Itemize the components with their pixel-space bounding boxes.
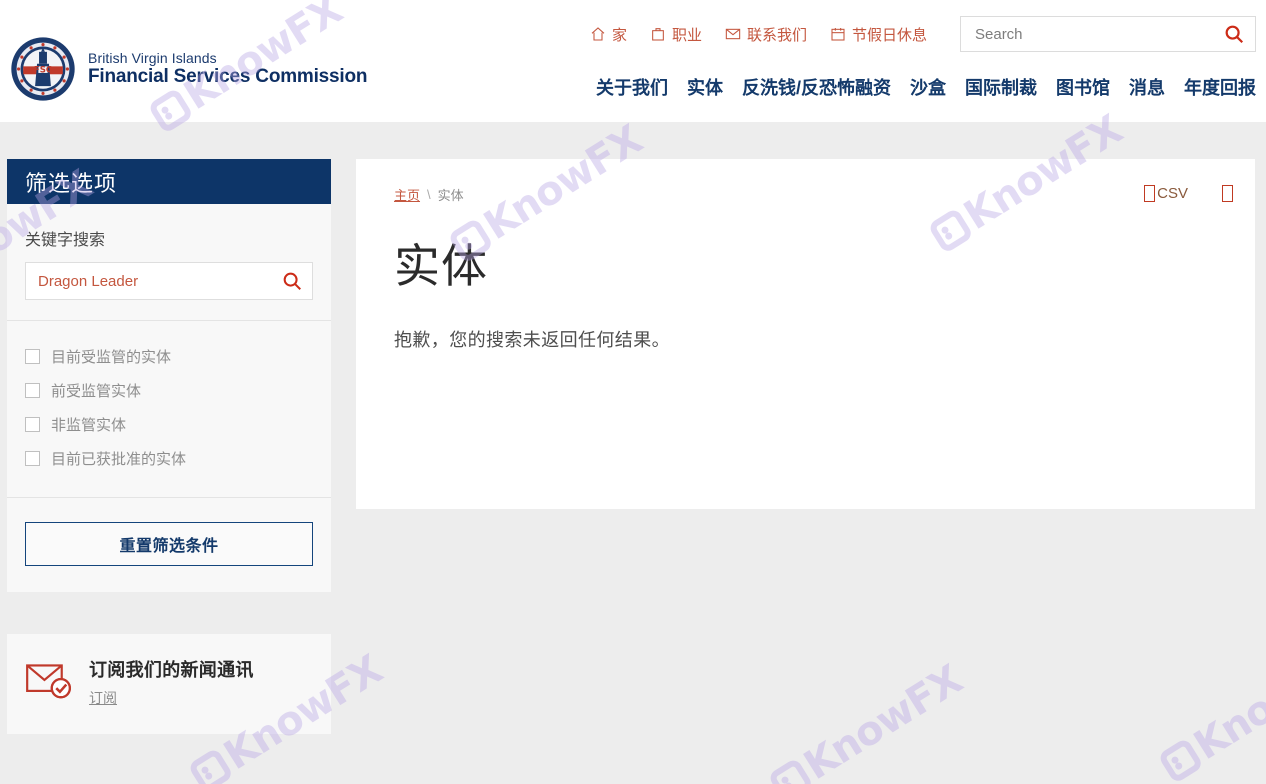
keyword-search-field[interactable] (25, 262, 313, 300)
filter-checkbox-label: 目前已获批准的实体 (51, 450, 187, 468)
missing-glyph-box-icon (1144, 185, 1156, 202)
keyword-search-input[interactable] (38, 272, 281, 290)
filter-checkbox-label: 前受监管实体 (51, 382, 142, 400)
status-filter-group: 目前受监管的实体 前受监管实体 非监管实体 目前已获批准的实体 (7, 321, 331, 497)
knowfx-logo-mark-icon (767, 757, 815, 784)
bvi-fsc-seal-logo-icon: FSC (11, 37, 75, 101)
main-nav-item-about[interactable]: 关于我们 (596, 74, 668, 100)
filter-panel-title: 筛选选项 (25, 170, 118, 196)
filter-checkbox-label: 目前受监管的实体 (51, 348, 172, 366)
filter-checkbox-currently-approved[interactable]: 目前已获批准的实体 (25, 441, 313, 475)
filter-checkbox-formerly-regulated[interactable]: 前受监管实体 (25, 373, 313, 407)
watermark-text: KnowFX (796, 656, 971, 784)
utility-nav: 家 职业 联系我们 节假日休息 (590, 16, 1256, 52)
content-card: 主页 \ 实体 CSV 实体 抱歉，您的搜索未返回任何结果。 (356, 159, 1255, 509)
keyword-filter-section: 关键字搜索 (7, 204, 331, 320)
main-nav-item-sandbox[interactable]: 沙盒 (910, 74, 946, 100)
utility-nav-label-home: 家 (611, 26, 627, 44)
utility-nav-label-careers: 职业 (671, 26, 702, 44)
watermark-text: KnowFX (1186, 636, 1266, 770)
header-search-input[interactable] (975, 25, 1223, 43)
main-nav: 关于我们 实体 反洗钱/反恐怖融资 沙盒 国际制裁 图书馆 消息 年度回报 (596, 74, 1256, 100)
logo-text: British Virgin Islands Financial Service… (88, 49, 368, 88)
main-nav-item-library[interactable]: 图书馆 (1056, 74, 1110, 100)
search-icon (1225, 25, 1244, 44)
newsletter-panel: 订阅我们的新闻通讯 订阅 (7, 634, 331, 734)
watermark: KnowFX (764, 657, 970, 784)
reset-filter-section: 重置筛选条件 (7, 498, 331, 592)
breadcrumb-home-link[interactable]: 主页 (394, 185, 420, 204)
newsletter-title: 订阅我们的新闻通讯 (89, 660, 254, 680)
page-title: 实体 (394, 240, 488, 292)
watermark: KnowFX (1154, 637, 1266, 784)
knowfx-logo-mark-icon (187, 747, 235, 784)
home-icon (591, 27, 605, 41)
utility-nav-item-careers[interactable]: 职业 (650, 24, 702, 45)
breadcrumb-separator: \ (427, 187, 431, 202)
utility-nav-label-holidays: 节假日休息 (851, 26, 927, 44)
breadcrumb: 主页 \ 实体 (394, 185, 464, 204)
missing-glyph-box-icon (1222, 185, 1233, 202)
main-nav-item-annual-return[interactable]: 年度回报 (1184, 74, 1256, 100)
site-header: FSC British Virgin Islands Financial Ser… (0, 0, 1266, 122)
breadcrumb-current: 实体 (437, 188, 464, 203)
utility-nav-label-contact: 联系我们 (746, 26, 807, 44)
content-card-top: 主页 \ 实体 CSV (356, 159, 1255, 204)
header-search-button[interactable] (1223, 23, 1245, 45)
newsletter-subscribe-link[interactable]: 订阅 (89, 690, 117, 706)
checkbox-box[interactable] (25, 416, 40, 432)
header-search[interactable] (960, 16, 1256, 52)
checkbox-box[interactable] (25, 382, 40, 398)
main-nav-item-sanctions[interactable]: 国际制裁 (965, 74, 1037, 100)
briefcase-icon (652, 28, 664, 41)
checkbox-box[interactable] (25, 348, 40, 364)
svg-text:FSC: FSC (34, 65, 52, 75)
filter-panel-header: 筛选选项 (7, 159, 331, 204)
keyword-search-label: 关键字搜索 (25, 232, 106, 249)
page-root: FSC British Virgin Islands Financial Ser… (0, 0, 1266, 784)
print-button[interactable] (1222, 185, 1233, 202)
sidebar: 筛选选项 关键字搜索 Dragon Leader 目前受监管的实体 前受监管实体… (7, 159, 331, 734)
content-actions: CSV (1144, 185, 1233, 202)
reset-filters-button[interactable]: 重置筛选条件 (25, 522, 313, 566)
envelope-check-icon (26, 664, 71, 699)
utility-nav-item-home[interactable]: 家 (590, 24, 627, 45)
checkbox-box[interactable] (25, 450, 40, 466)
export-csv-label: CSV (1157, 185, 1188, 202)
logo-line-1: British Virgin Islands (88, 49, 217, 66)
utility-nav-item-holidays[interactable]: 节假日休息 (830, 24, 927, 45)
export-csv-button[interactable]: CSV (1144, 185, 1188, 202)
main-nav-item-news[interactable]: 消息 (1129, 74, 1165, 100)
newsletter-text: 订阅我们的新闻通讯 订阅 (89, 656, 254, 708)
site-logo[interactable]: FSC British Virgin Islands Financial Ser… (10, 36, 368, 102)
calendar-icon (831, 28, 845, 41)
no-results-message: 抱歉，您的搜索未返回任何结果。 (394, 330, 670, 350)
filter-checkbox-label: 非监管实体 (51, 416, 127, 434)
filter-checkbox-currently-regulated[interactable]: 目前受监管的实体 (25, 339, 313, 373)
main-nav-item-aml-cft[interactable]: 反洗钱/反恐怖融资 (742, 74, 891, 100)
envelope-icon (725, 28, 741, 40)
utility-nav-item-contact[interactable]: 联系我们 (725, 24, 807, 45)
filter-panel: 筛选选项 关键字搜索 Dragon Leader 目前受监管的实体 前受监管实体… (7, 159, 331, 592)
keyword-search-button[interactable] (281, 270, 303, 292)
search-icon (283, 272, 301, 290)
main-nav-item-entities[interactable]: 实体 (687, 74, 723, 100)
logo-line-2: Financial Services Commission (88, 66, 368, 88)
filter-checkbox-unregulated[interactable]: 非监管实体 (25, 407, 313, 441)
knowfx-logo-mark-icon (1157, 737, 1205, 784)
